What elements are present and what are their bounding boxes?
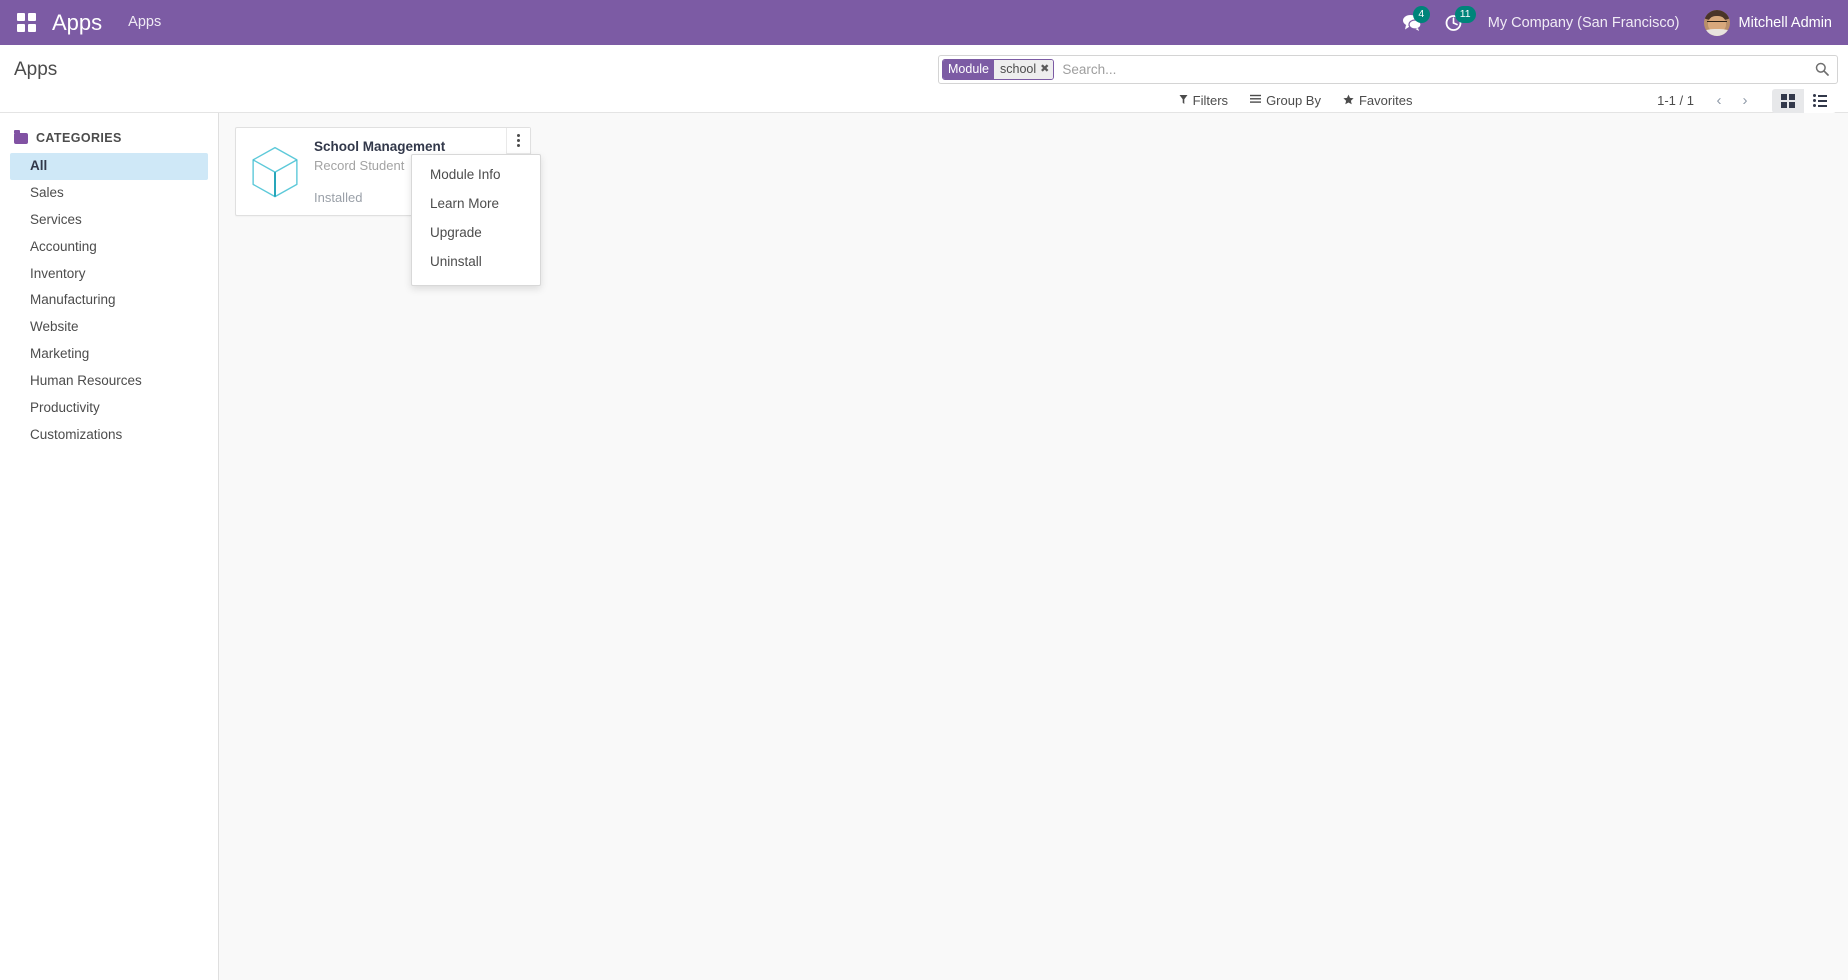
kanban-grid-icon [1780, 93, 1795, 108]
search-icon[interactable] [1811, 62, 1833, 76]
user-menu[interactable]: Mitchell Admin [1694, 9, 1832, 36]
star-icon [1343, 94, 1354, 108]
bars-glyph [1250, 94, 1262, 103]
control-panel: Apps Module school ✖ Search... Filters G… [0, 45, 1848, 113]
group-by-label: Group By [1266, 93, 1321, 108]
folder-icon [14, 129, 28, 144]
username-label: Mitchell Admin [1738, 14, 1832, 31]
messages-count-badge: 4 [1412, 6, 1430, 23]
sidebar-item-sales[interactable]: Sales [10, 180, 208, 207]
favorites-button[interactable]: Favorites [1332, 90, 1423, 111]
categories-header: CATEGORIES [0, 129, 218, 153]
sidebar-item-services[interactable]: Services [10, 207, 208, 234]
kanban-view-button[interactable] [1771, 88, 1804, 113]
search-facet-value-group: school ✖ [994, 59, 1054, 79]
categories-list: All Sales Services Accounting Inventory … [0, 153, 218, 449]
avatar [1703, 9, 1730, 36]
view-switcher [1771, 88, 1836, 113]
top-navbar: Apps Apps 4 11 My Company (San Francisco… [0, 0, 1848, 45]
navbar-right-group: 4 11 My Company (San Francisco) Mitchell… [1391, 0, 1832, 45]
filters-button[interactable]: Filters [1168, 90, 1239, 111]
search-input[interactable] [1058, 61, 1811, 77]
control-panel-top-row: Apps Module school ✖ [0, 45, 1848, 85]
sidebar-item-inventory[interactable]: Inventory [10, 261, 208, 288]
app-card-dropdown-menu: Module Info Learn More Upgrade Uninstall [411, 154, 541, 286]
sidebar-item-productivity[interactable]: Productivity [10, 395, 208, 422]
app-card-school-management[interactable]: School Management Record Student Install… [235, 127, 541, 286]
sidebar-item-human-resources[interactable]: Human Resources [10, 368, 208, 395]
kebab-glyph [517, 134, 520, 147]
search-dropdown-toggles: Filters Group By Favorites [248, 90, 1424, 111]
funnel-glyph [1179, 94, 1188, 104]
search-facet-value: school [1000, 62, 1037, 76]
sidebar-item-all[interactable]: All [10, 153, 208, 180]
module-cube-icon [252, 146, 298, 197]
dropdown-item-module-info[interactable]: Module Info [412, 161, 540, 190]
navbar-brand[interactable]: Apps [52, 11, 102, 34]
chevron-right-icon[interactable]: › [1732, 90, 1758, 112]
page-title: Apps [14, 58, 58, 80]
group-by-bars-icon [1250, 94, 1262, 107]
dropdown-item-learn-more[interactable]: Learn More [412, 190, 540, 219]
activities-clock-icon[interactable]: 11 [1433, 0, 1476, 45]
app-card-icon-column [236, 128, 314, 215]
sidebar-item-customizations[interactable]: Customizations [10, 422, 208, 449]
dropdown-item-uninstall[interactable]: Uninstall [412, 248, 540, 277]
sidebar-item-marketing[interactable]: Marketing [10, 341, 208, 368]
search-facet-module[interactable]: Module school ✖ [942, 58, 1055, 80]
sidebar-item-accounting[interactable]: Accounting [10, 234, 208, 261]
filters-label: Filters [1192, 93, 1229, 108]
search-view[interactable]: Module school ✖ [938, 54, 1838, 84]
dropdown-item-upgrade[interactable]: Upgrade [412, 219, 540, 248]
apps-grid-icon[interactable] [8, 0, 44, 45]
kanban-view: School Management Record Student Install… [219, 113, 1848, 980]
sidebar-item-website[interactable]: Website [10, 314, 208, 341]
pager-range: 1-1 / 1 [1657, 93, 1694, 108]
categories-sidebar: CATEGORIES All Sales Services Accounting… [0, 113, 219, 980]
list-view-icon [1812, 94, 1827, 107]
company-switcher[interactable]: My Company (San Francisco) [1474, 15, 1694, 31]
apps-grid-glyph [16, 13, 36, 32]
sidebar-item-manufacturing[interactable]: Manufacturing [10, 287, 208, 314]
list-view-button[interactable] [1803, 88, 1836, 113]
filter-funnel-icon [1179, 94, 1188, 108]
control-panel-right-group: 1-1 / 1 ‹ › [1657, 88, 1836, 113]
group-by-button[interactable]: Group By [1239, 90, 1332, 111]
categories-header-label: CATEGORIES [36, 131, 122, 145]
facet-remove-icon[interactable]: ✖ [1040, 63, 1049, 75]
search-facet-label: Module [943, 59, 994, 79]
main-content: CATEGORIES All Sales Services Accounting… [0, 113, 1848, 980]
messages-icon[interactable]: 4 [1391, 0, 1433, 45]
chevron-left-icon[interactable]: ‹ [1706, 90, 1732, 112]
control-panel-bottom-row: Filters Group By Favorites 1-1 / 1 ‹ › [0, 85, 1848, 113]
star-glyph [1343, 94, 1354, 104]
navbar-left-group: Apps Apps [8, 0, 161, 45]
activities-count-badge: 11 [1454, 6, 1476, 23]
search-magnifier-glyph [1815, 62, 1829, 76]
search-view-wrapper: Module school ✖ [938, 54, 1838, 84]
navbar-menu-item-apps[interactable]: Apps [128, 15, 161, 30]
favorites-label: Favorites [1358, 93, 1413, 108]
kebab-menu-icon[interactable] [506, 128, 530, 154]
